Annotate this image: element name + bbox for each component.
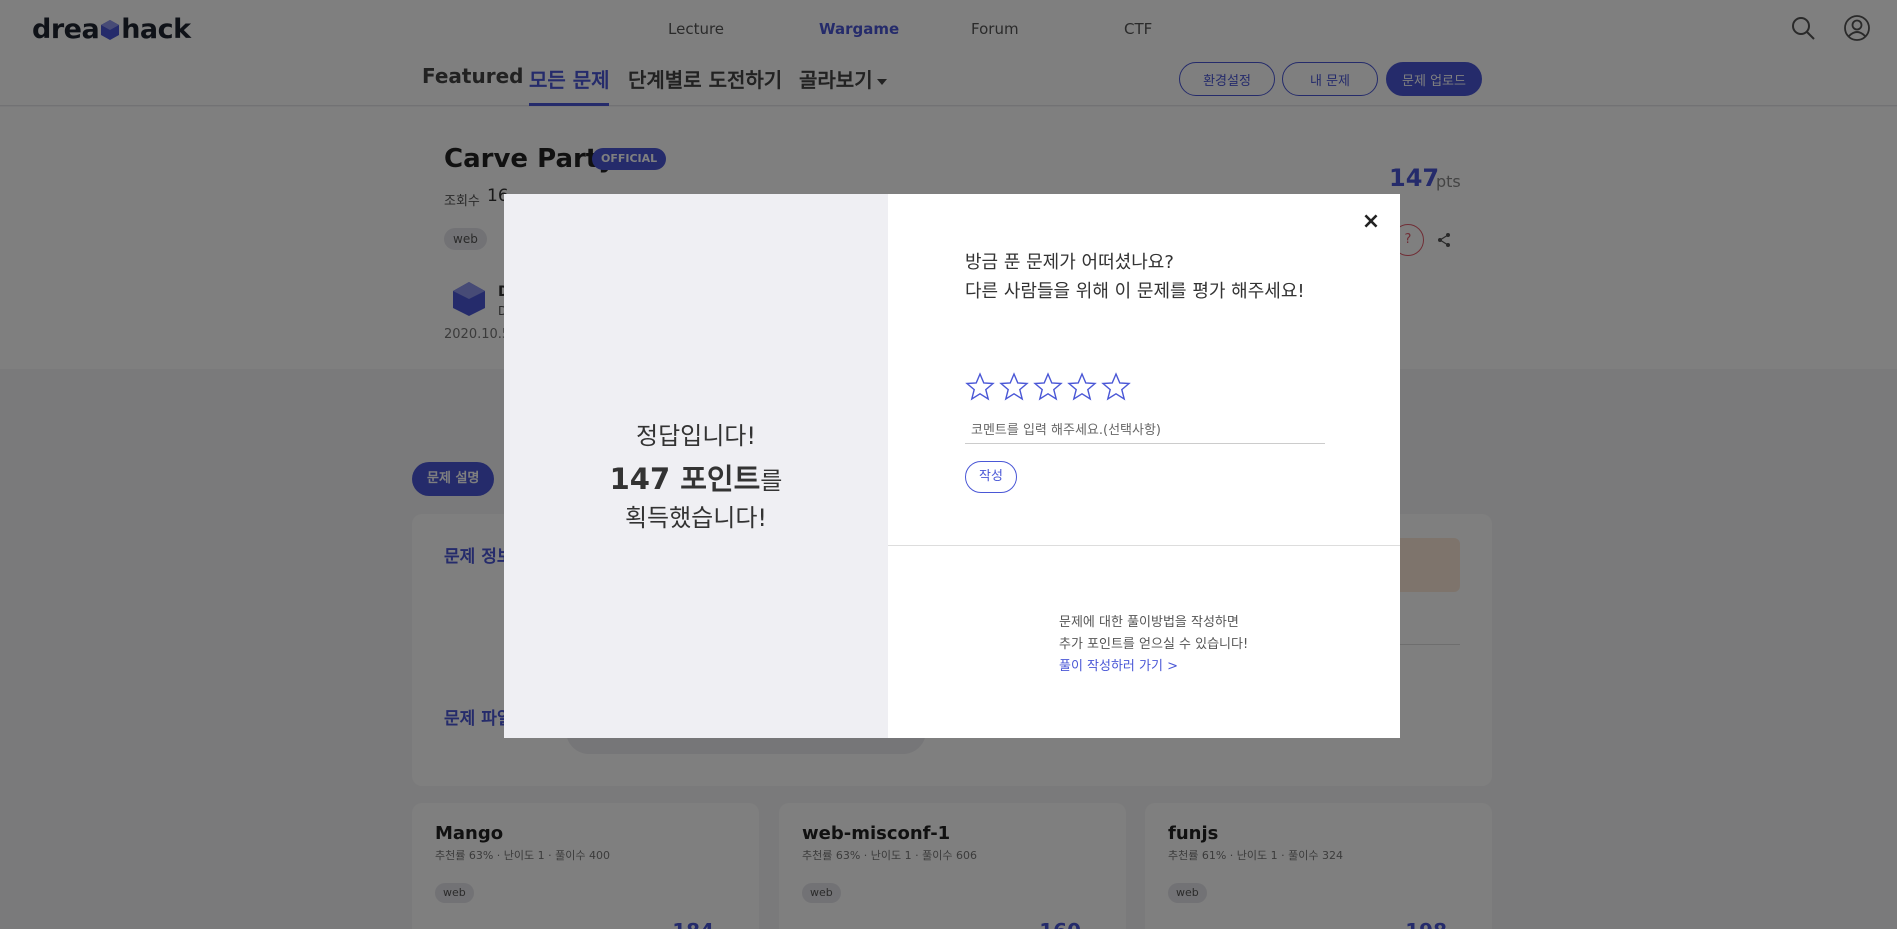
solve-success-modal: 정답입니다! 147 포인트를 획득했습니다! × 방금 푼 문제가 어떠셨나요… xyxy=(504,194,1400,738)
star-rating xyxy=(965,372,1131,402)
close-icon[interactable]: × xyxy=(1361,211,1381,233)
earned-points-line: 147 포인트를 xyxy=(504,456,888,498)
rating-request: 다른 사람들을 위해 이 문제를 평가 해주세요! xyxy=(965,281,1305,302)
rating-question: 방금 푼 문제가 어떠셨나요? xyxy=(965,252,1174,273)
earned-message: 획득했습니다! xyxy=(624,504,768,532)
success-panel: 정답입니다! 147 포인트를 획득했습니다! xyxy=(504,194,888,738)
submit-rating-button[interactable]: 작성 xyxy=(965,461,1017,493)
success-message: 정답입니다! xyxy=(635,422,757,450)
writeup-info-line2: 추가 포인트를 얻으실 수 있습니다! xyxy=(1059,637,1249,652)
writeup-info-line1: 문제에 대한 풀이방법을 작성하면 xyxy=(1059,615,1239,630)
star-icon[interactable] xyxy=(1101,372,1131,402)
earned-points: 147 포인트 xyxy=(609,462,761,496)
star-icon[interactable] xyxy=(999,372,1029,402)
write-solution-link[interactable]: 풀이 작성하러 가기 > xyxy=(1059,655,1178,674)
star-icon[interactable] xyxy=(1067,372,1097,402)
star-icon[interactable] xyxy=(965,372,995,402)
star-icon[interactable] xyxy=(1033,372,1063,402)
modal-divider xyxy=(888,545,1400,546)
earned-points-particle: 를 xyxy=(760,467,783,495)
comment-input[interactable] xyxy=(965,418,1325,444)
